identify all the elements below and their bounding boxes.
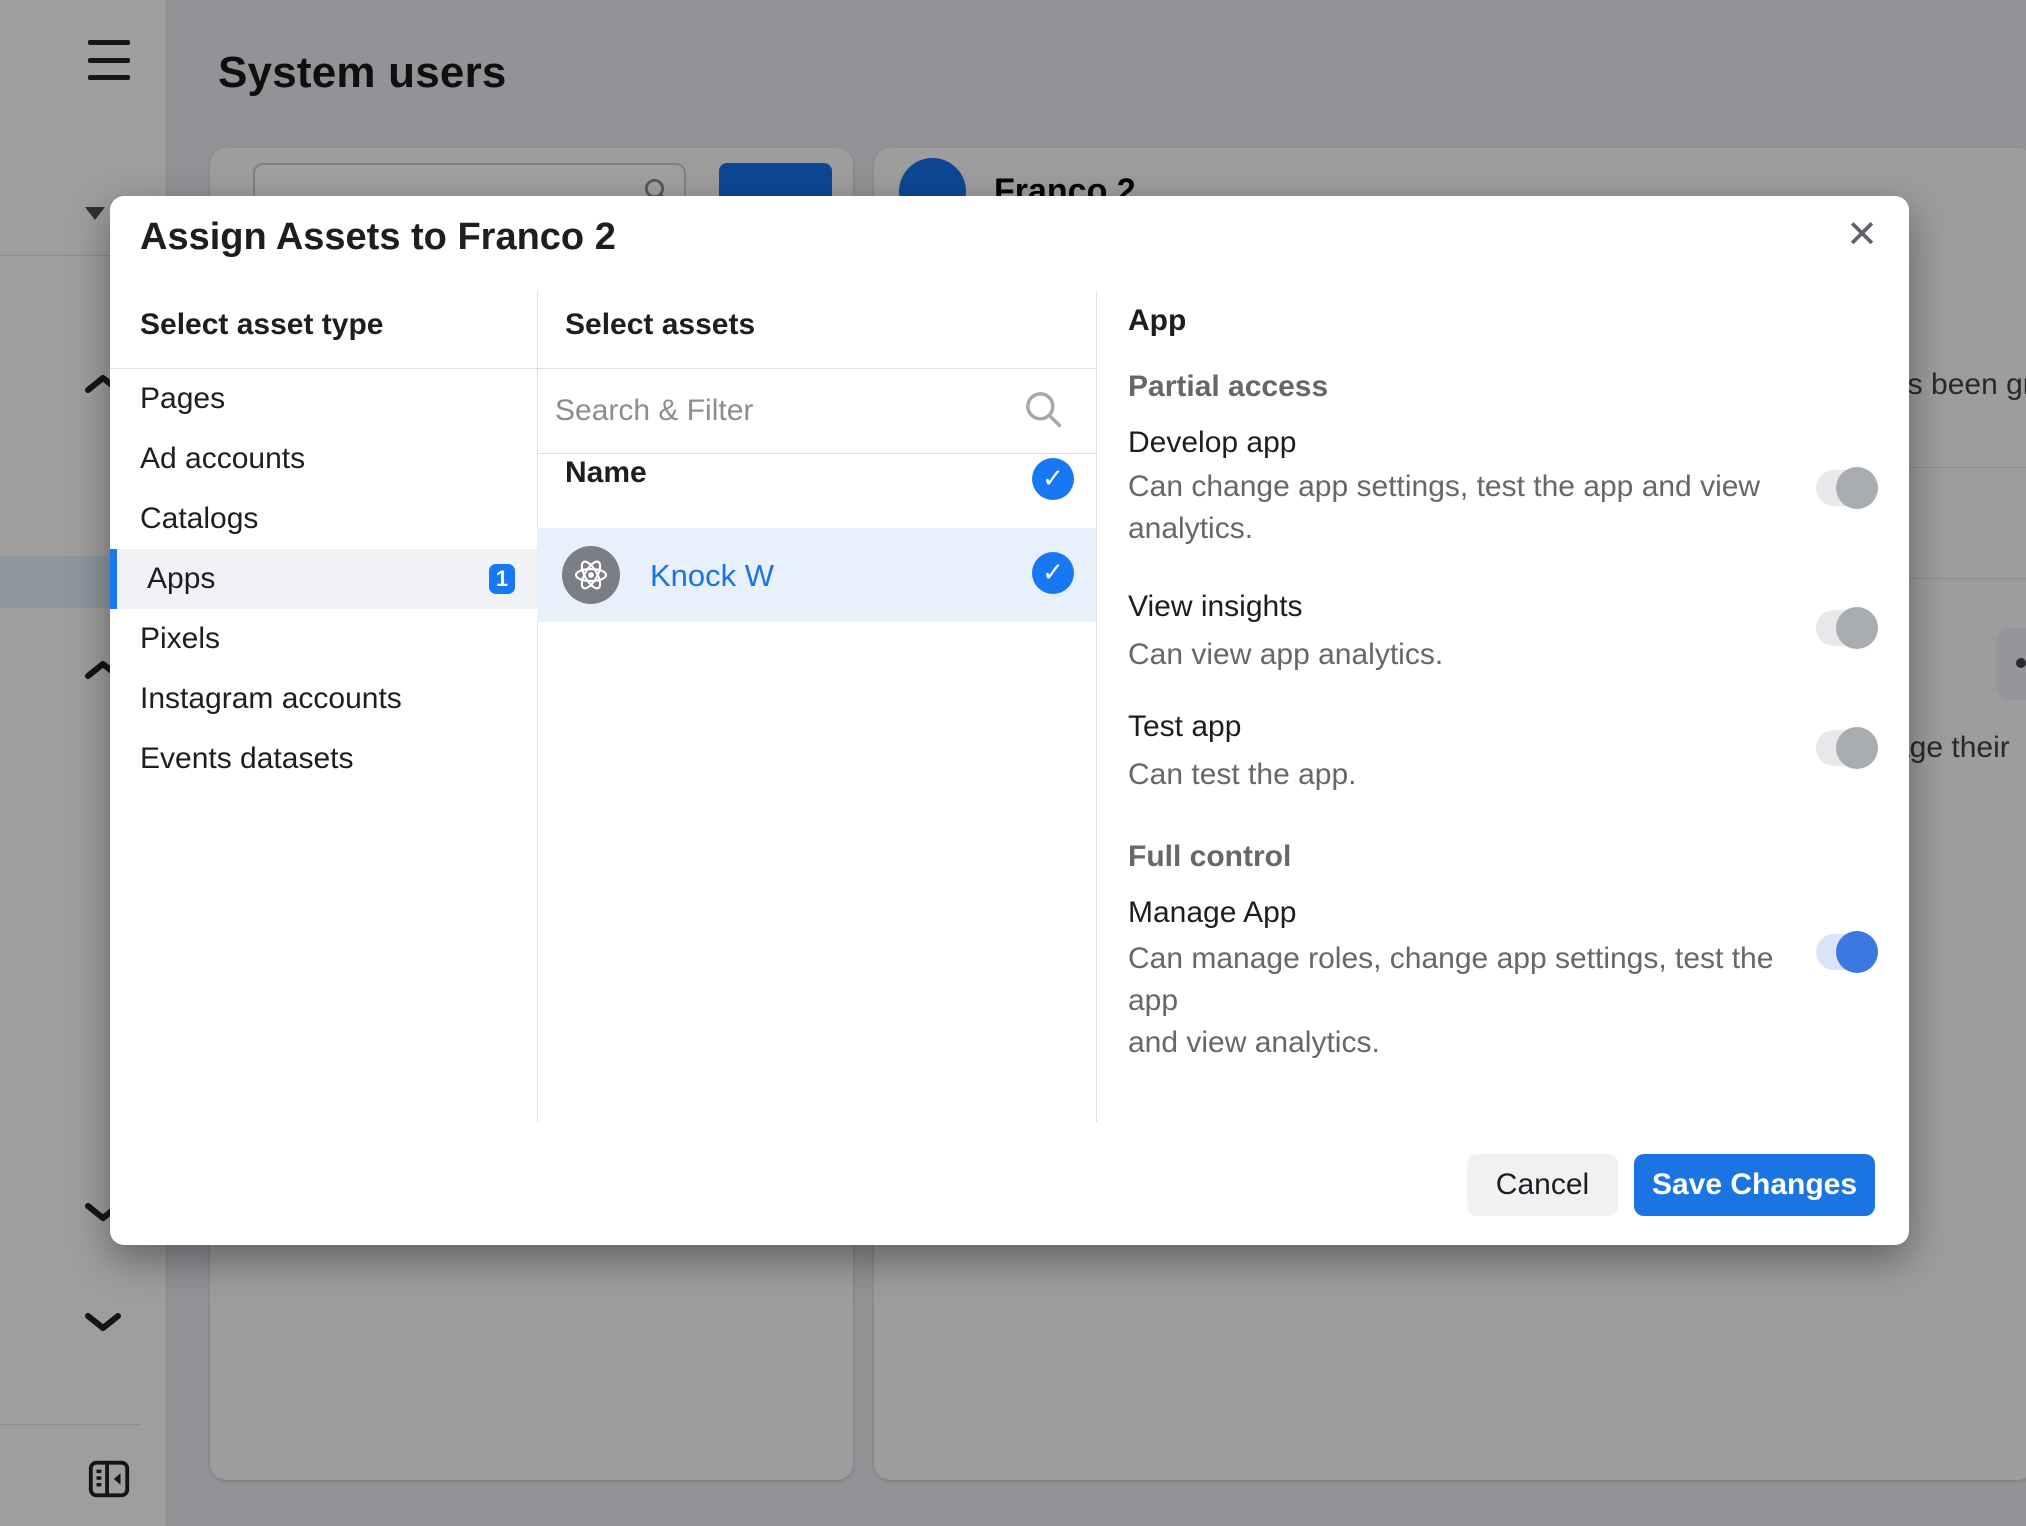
asset-type-apps[interactable]: Apps1 xyxy=(110,549,537,609)
toggle-manage-app[interactable] xyxy=(1816,934,1876,970)
page-title: System users xyxy=(218,48,507,98)
select-assets-header: Select assets xyxy=(565,308,755,342)
column-separator xyxy=(1096,291,1097,1122)
asset-type-pages[interactable]: Pages xyxy=(110,369,537,429)
toggle-view-insights[interactable] xyxy=(1816,610,1876,646)
column-separator xyxy=(537,291,538,1122)
perm-label-test-app: Test app xyxy=(1128,710,1241,744)
select-all-checkbox[interactable]: ✓ xyxy=(1032,458,1074,500)
granted-text-fragment: as been gr xyxy=(1891,368,2026,402)
assign-assets-dialog: Assign Assets to Franco 2 ✕ Select asset… xyxy=(110,196,1909,1245)
more-options-button[interactable] xyxy=(1996,628,2026,700)
search-filter-input[interactable] xyxy=(553,382,1013,440)
asset-type-ad-accounts[interactable]: Ad accounts xyxy=(110,429,537,489)
screen: System users Franco 2 as been gr age the… xyxy=(0,0,2026,1526)
table-row-divider xyxy=(1899,467,2026,468)
table-row-divider xyxy=(1899,578,2026,579)
section-title-full-control: Full control xyxy=(1128,840,1291,874)
asset-type-instagram-accounts[interactable]: Instagram accounts xyxy=(110,669,537,729)
perm-label-develop-app: Develop app xyxy=(1128,426,1296,460)
toggle-test-app[interactable] xyxy=(1816,730,1876,766)
cancel-button[interactable]: Cancel xyxy=(1467,1154,1618,1216)
sidebar-divider xyxy=(0,1424,140,1425)
asset-type-events-datasets[interactable]: Events datasets xyxy=(110,729,537,789)
perm-desc-manage-app: Can manage roles, change app settings, t… xyxy=(1128,938,1788,1064)
hamburger-menu-icon[interactable] xyxy=(88,40,130,80)
permissions-header: App xyxy=(1128,304,1186,338)
app-avatar xyxy=(562,546,620,604)
asset-type-pixels[interactable]: Pixels xyxy=(110,609,537,669)
asset-type-header: Select asset type xyxy=(140,308,383,342)
asset-checkbox[interactable]: ✓ xyxy=(1032,552,1074,594)
dialog-title: Assign Assets to Franco 2 xyxy=(140,216,616,259)
collapse-sidebar-icon[interactable] xyxy=(86,1456,132,1502)
toggle-develop-app[interactable] xyxy=(1816,470,1876,506)
close-icon[interactable]: ✕ xyxy=(1832,204,1892,264)
asset-type-catalogs[interactable]: Catalogs xyxy=(110,489,537,549)
perm-label-view-insights: View insights xyxy=(1128,590,1303,624)
perm-desc-develop-app: Can change app settings, test the app an… xyxy=(1128,466,1788,550)
asset-name: Knock W xyxy=(650,558,774,594)
name-column-header: Name xyxy=(565,456,647,490)
asset-row-knock-w[interactable]: Knock W ✓ xyxy=(537,528,1096,622)
perm-desc-test-app: Can test the app. xyxy=(1128,754,1788,796)
chevron-down-icon[interactable] xyxy=(84,1310,122,1334)
atom-icon xyxy=(571,555,611,595)
perm-label-manage-app: Manage App xyxy=(1128,896,1296,930)
asset-type-list: Pages Ad accounts Catalogs Apps1 Pixels … xyxy=(110,369,537,789)
section-title-partial-access: Partial access xyxy=(1128,370,1328,404)
manage-text-fragment: age their xyxy=(1893,731,2010,765)
search-icon xyxy=(1022,388,1066,432)
save-changes-button[interactable]: Save Changes xyxy=(1634,1154,1875,1216)
perm-desc-view-insights: Can view app analytics. xyxy=(1128,634,1788,676)
search-divider xyxy=(537,453,1096,454)
selected-count-badge: 1 xyxy=(489,564,515,594)
caret-down-icon[interactable] xyxy=(85,207,105,220)
